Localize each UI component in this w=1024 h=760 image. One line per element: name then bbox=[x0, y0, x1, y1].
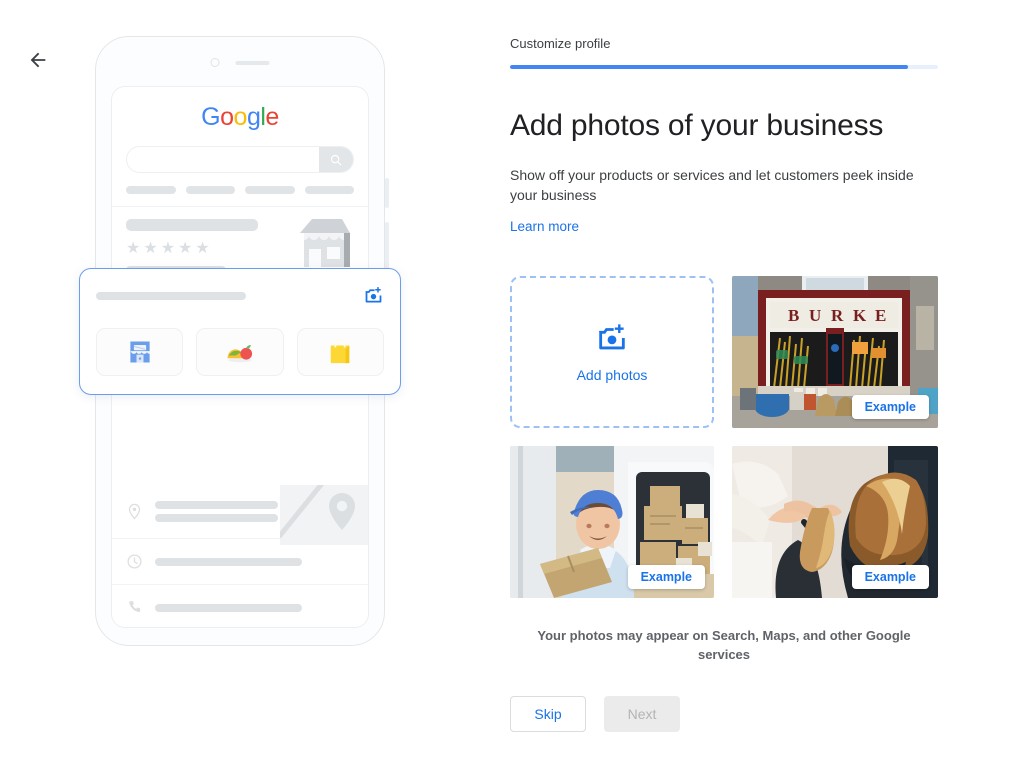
info-row-phone bbox=[112, 584, 368, 627]
example-photo-hairdresser[interactable]: Example bbox=[732, 446, 938, 598]
next-button[interactable]: Next bbox=[604, 696, 680, 732]
highlighted-photos-card bbox=[79, 268, 401, 395]
photo-category-tiles bbox=[96, 328, 384, 376]
info-row-address bbox=[112, 485, 368, 545]
progress-bar bbox=[510, 65, 938, 69]
placeholder-line bbox=[155, 514, 279, 522]
logo-letter: g bbox=[246, 103, 261, 131]
example-photo-storefront[interactable]: BURKE Example bbox=[732, 276, 938, 428]
logo-letter: o bbox=[233, 103, 248, 131]
tile-shopping-bag[interactable] bbox=[296, 328, 384, 376]
clock-icon bbox=[127, 554, 142, 569]
storefront-icon bbox=[300, 219, 350, 267]
add-photos-dropzone[interactable]: Add photos bbox=[510, 276, 714, 428]
wizard-actions: Skip Next bbox=[510, 696, 938, 732]
page-subtitle: Show off your products or services and l… bbox=[510, 167, 914, 203]
map-thumbnail bbox=[280, 485, 368, 545]
svg-text:U: U bbox=[809, 306, 821, 325]
phone-preview: Google ★★★★★ bbox=[79, 36, 401, 646]
filter-chip bbox=[304, 186, 354, 194]
back-button[interactable] bbox=[18, 40, 58, 80]
wizard-content: Customize profile Add photos of your bus… bbox=[510, 36, 938, 732]
customize-profile-page: Google ★★★★★ Customize profile Add photo… bbox=[0, 0, 1024, 760]
example-badge: Example bbox=[851, 565, 929, 589]
svg-text:R: R bbox=[831, 306, 844, 325]
svg-text:B: B bbox=[788, 306, 799, 325]
example-photo-delivery[interactable]: Example bbox=[510, 446, 714, 598]
phone-business-summary: ★★★★★ bbox=[112, 207, 368, 274]
svg-text:K: K bbox=[853, 306, 867, 325]
food-illustration-icon bbox=[227, 345, 253, 363]
add-a-photo-icon[interactable] bbox=[363, 285, 384, 306]
storefront-illustration-icon bbox=[130, 341, 150, 363]
card-title-placeholder bbox=[96, 291, 246, 300]
location-pin-icon bbox=[128, 503, 141, 520]
tile-storefront[interactable] bbox=[96, 328, 184, 376]
hours-placeholder-lines bbox=[155, 553, 354, 571]
phone-speaker-area bbox=[210, 58, 270, 67]
tile-food[interactable] bbox=[196, 328, 284, 376]
svg-text:E: E bbox=[875, 306, 886, 325]
business-name-placeholder bbox=[126, 219, 259, 231]
phone-search-button bbox=[319, 147, 353, 172]
logo-letter: e bbox=[265, 103, 279, 131]
arrow-left-icon bbox=[30, 52, 46, 68]
skip-button[interactable]: Skip bbox=[510, 696, 586, 732]
phone-icon bbox=[129, 601, 141, 613]
filter-chip bbox=[245, 186, 295, 194]
logo-letter: G bbox=[201, 103, 221, 131]
photo-grid: Add photos BURKE Example Example Example bbox=[510, 276, 938, 598]
google-logo: Google bbox=[112, 103, 368, 132]
phone-placeholder-lines bbox=[155, 599, 354, 617]
phone-side-button bbox=[385, 222, 389, 274]
phone-filter-chips bbox=[112, 173, 368, 194]
learn-more-link[interactable]: Learn more bbox=[510, 219, 579, 234]
highlighted-card-header bbox=[96, 285, 384, 306]
wizard-step-label: Customize profile bbox=[510, 36, 611, 51]
phone-speaker-bar bbox=[235, 60, 270, 65]
logo-letter: o bbox=[220, 103, 234, 131]
add-photos-label: Add photos bbox=[576, 367, 648, 383]
shopping-bag-illustration-icon bbox=[331, 339, 350, 364]
page-title: Add photos of your business bbox=[510, 109, 884, 142]
placeholder-line bbox=[155, 603, 303, 612]
storefront-thumbnail bbox=[292, 215, 354, 276]
example-badge: Example bbox=[627, 565, 705, 589]
map-icon bbox=[280, 485, 368, 545]
placeholder-line bbox=[155, 557, 303, 566]
phone-side-button bbox=[385, 178, 389, 208]
search-icon bbox=[330, 154, 342, 165]
filter-chip bbox=[126, 186, 176, 194]
filter-chip bbox=[185, 186, 235, 194]
placeholder-line bbox=[155, 501, 279, 509]
info-row-hours bbox=[112, 538, 368, 584]
example-badge: Example bbox=[851, 395, 929, 419]
add-a-photo-icon bbox=[599, 324, 625, 350]
phone-search-bar bbox=[126, 146, 354, 173]
progress-bar-fill bbox=[510, 65, 909, 69]
photos-disclaimer: Your photos may appear on Search, Maps, … bbox=[537, 628, 911, 662]
phone-camera-dot bbox=[210, 58, 220, 67]
phone-info-rows bbox=[112, 485, 368, 627]
